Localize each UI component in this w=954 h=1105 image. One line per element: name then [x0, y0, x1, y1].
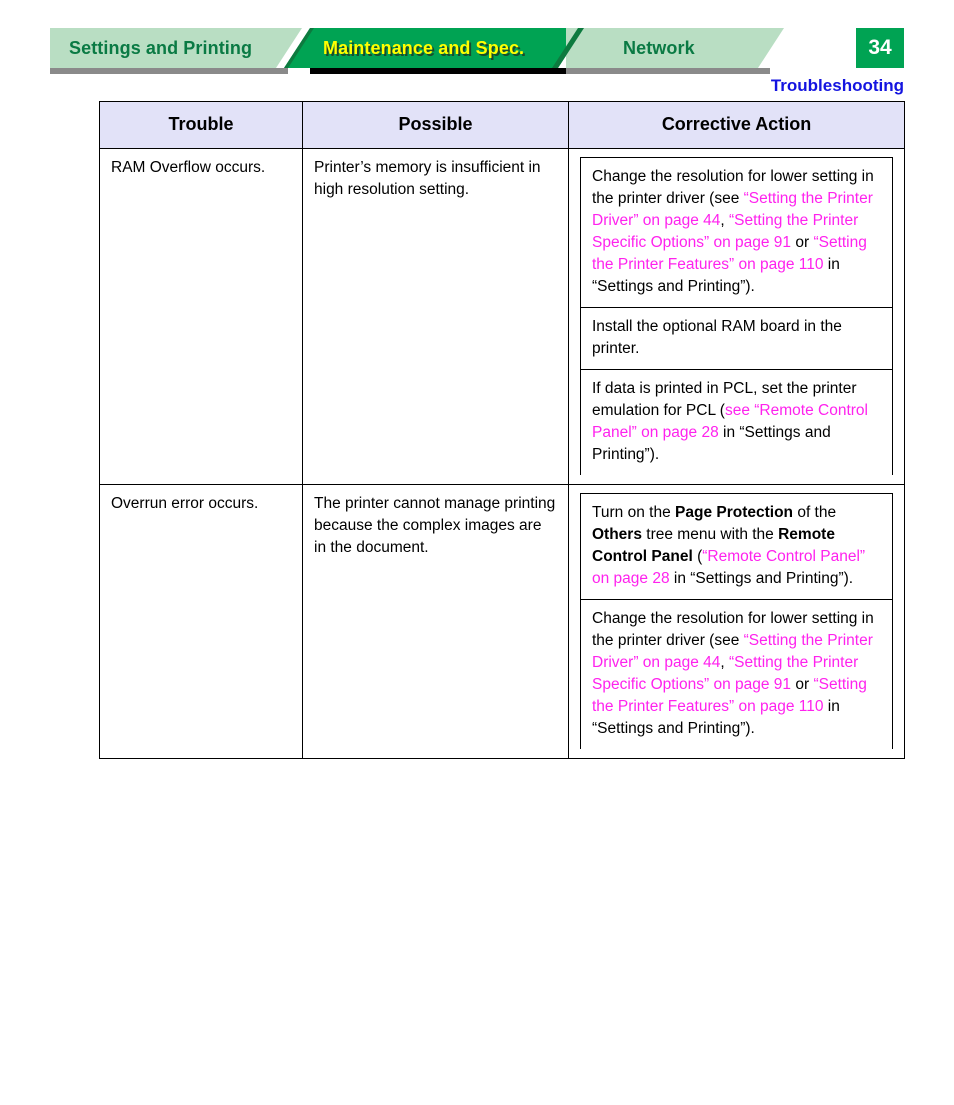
body-text: or: [791, 234, 814, 251]
cell-corrective-action: Change the resolution for lower setting …: [568, 148, 905, 485]
navigation-tab-bar: Settings and Printing Maintenance and Sp…: [0, 28, 954, 78]
corrective-action-text: Turn on the Page Protection of the Other…: [580, 493, 893, 600]
troubleshooting-table: Trouble Possible Corrective Action RAM O…: [99, 101, 905, 759]
table-row: RAM Overflow occurs. Printer’s memory is…: [99, 148, 905, 485]
tab-settings-and-printing[interactable]: Settings and Printing: [50, 28, 302, 74]
tab-shadow: [566, 68, 770, 74]
body-text: or: [791, 676, 814, 693]
body-text: Install the optional RAM board in the pr…: [592, 318, 842, 357]
troubleshooting-table-wrapper: Trouble Possible Corrective Action RAM O…: [99, 101, 905, 759]
corrective-action-text: Change the resolution for lower setting …: [580, 599, 893, 749]
section-title: Troubleshooting: [770, 76, 904, 95]
cell-possible: The printer cannot manage printing becau…: [302, 484, 569, 759]
cell-trouble: RAM Overflow occurs.: [99, 148, 303, 485]
corrective-action-row: Change the resolution for lower setting …: [580, 157, 893, 308]
corrective-action-text: Change the resolution for lower setting …: [580, 157, 893, 308]
table-body: RAM Overflow occurs. Printer’s memory is…: [99, 148, 905, 759]
corrective-action-list: Change the resolution for lower setting …: [580, 157, 893, 475]
tab-shadow: [310, 68, 584, 74]
corrective-action-row: If data is printed in PCL, set the print…: [580, 369, 893, 475]
corrective-action-list: Turn on the Page Protection of the Other…: [580, 493, 893, 749]
tab-maintenance-and-spec[interactable]: Maintenance and Spec.: [284, 28, 584, 74]
body-text: tree menu with the: [641, 526, 779, 543]
tab-shadow: [50, 68, 288, 74]
corrective-action-subtable: Change the resolution for lower setting …: [580, 157, 893, 475]
cell-possible: Printer’s memory is insufficient in high…: [302, 148, 569, 485]
emphasized-text: Others: [592, 526, 642, 543]
body-text: ,: [720, 212, 729, 229]
corrective-action-subtable: Turn on the Page Protection of the Other…: [580, 493, 893, 749]
tab-label-network: Network: [623, 37, 695, 58]
page-number-badge: 34: [856, 28, 904, 68]
table-header-row: Trouble Possible Corrective Action: [99, 101, 905, 149]
corrective-action-text: Install the optional RAM board in the pr…: [580, 307, 893, 370]
body-text: (: [692, 548, 703, 565]
corrective-action-row: Install the optional RAM board in the pr…: [580, 307, 893, 370]
emphasized-text: Page Protection: [675, 504, 794, 521]
tab-label-maintenance-and-spec: Maintenance and Spec.: [323, 37, 525, 58]
table-row: Overrun error occurs. The printer cannot…: [99, 484, 905, 759]
corrective-action-row: Turn on the Page Protection of the Other…: [580, 493, 893, 600]
cell-corrective-action: Turn on the Page Protection of the Other…: [568, 484, 905, 759]
column-header-possible: Possible: [302, 101, 569, 149]
body-text: of the: [793, 504, 837, 521]
body-text: ,: [720, 654, 729, 671]
column-header-corrective-action: Corrective Action: [568, 101, 905, 149]
body-text: in “Settings and Printing”).: [669, 570, 854, 587]
corrective-action-row: Change the resolution for lower setting …: [580, 599, 893, 749]
cell-trouble: Overrun error occurs.: [99, 484, 303, 759]
corrective-action-text: If data is printed in PCL, set the print…: [580, 369, 893, 475]
column-header-trouble: Trouble: [99, 101, 303, 149]
body-text: Turn on the: [592, 504, 676, 521]
tab-label-settings-and-printing: Settings and Printing: [69, 37, 253, 58]
tab-network[interactable]: Network: [566, 28, 784, 74]
page-number-value: 34: [868, 36, 892, 59]
